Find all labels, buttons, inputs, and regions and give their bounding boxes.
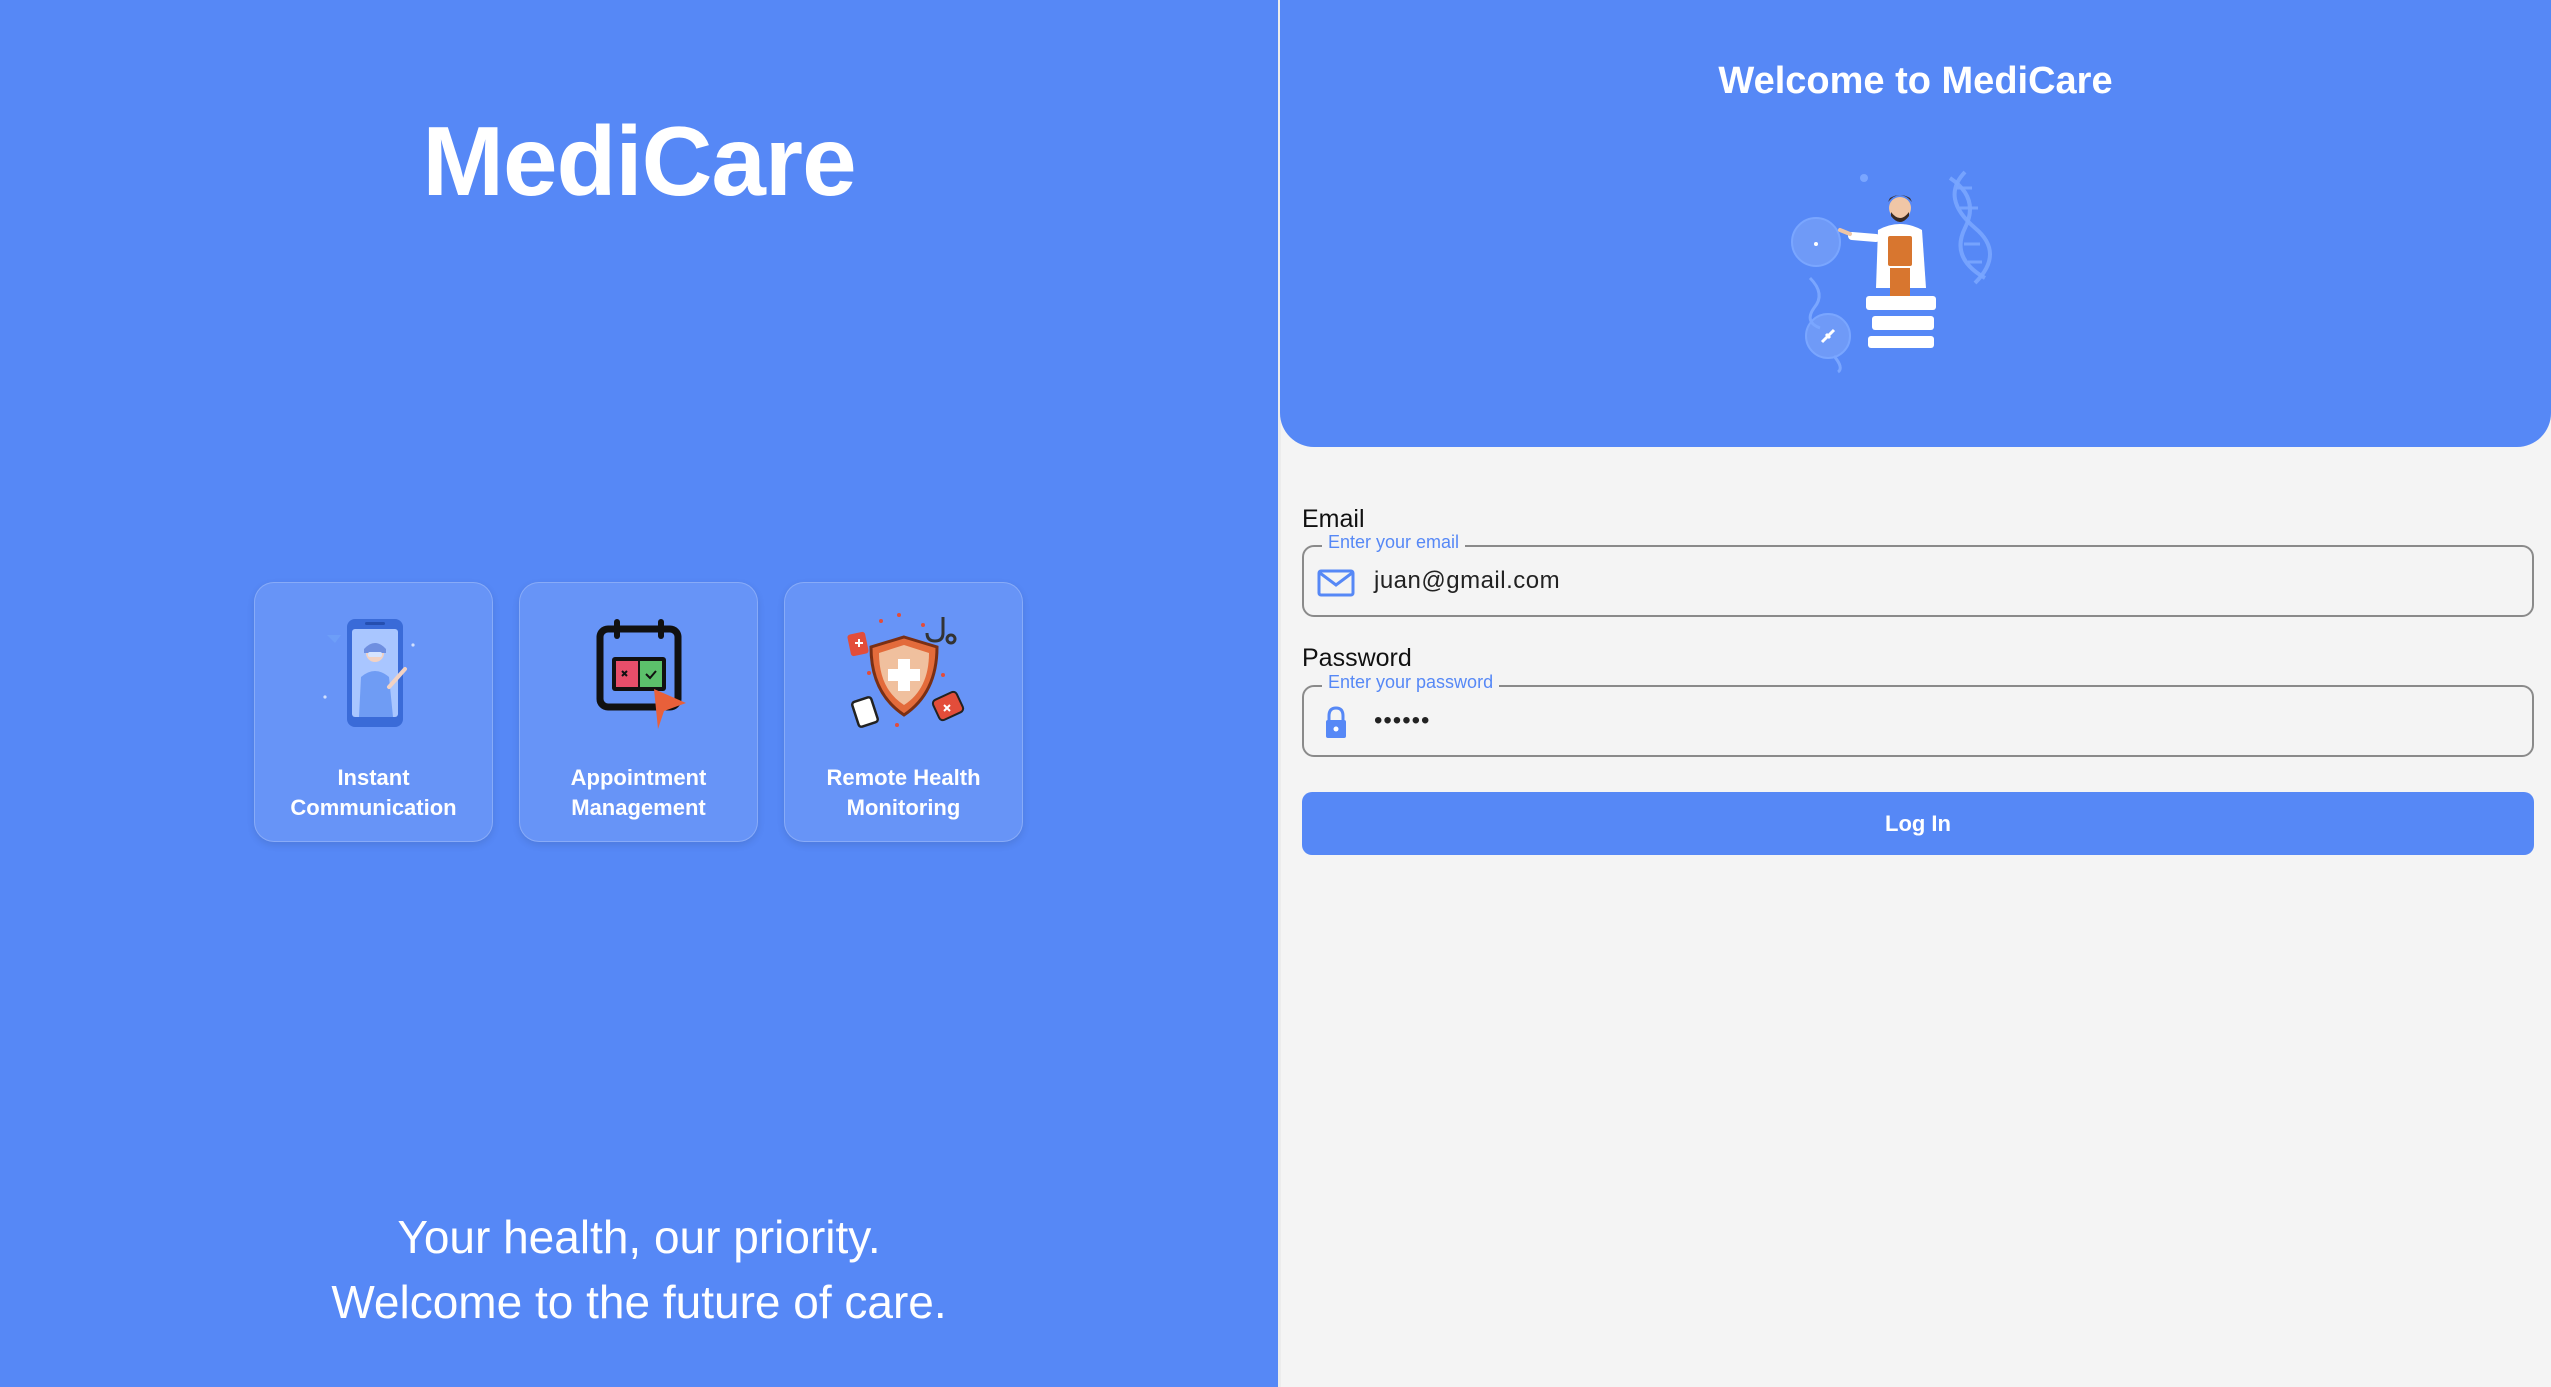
login-button[interactable]: Log In: [1302, 792, 2534, 855]
feature-card-appointment-management[interactable]: Appointment Management: [519, 582, 758, 842]
email-label: Email: [1302, 505, 1365, 533]
calendar-icon: [596, 619, 686, 729]
left-panel: MediCare Instant Communication Appointme…: [0, 0, 1278, 1387]
email-field[interactable]: Enter your email juan@gmail.com: [1302, 532, 2534, 617]
password-label: Password: [1302, 644, 1412, 672]
tagline: Your health, our priority. Welcome to th…: [0, 1205, 1278, 1335]
feature-label: Appointment Management: [570, 765, 707, 820]
phone-doctor-icon: [322, 619, 415, 727]
password-value[interactable]: ••••••: [1374, 707, 1430, 735]
feature-card-instant-communication[interactable]: Instant Communication: [254, 582, 493, 842]
password-placeholder: Enter your password: [1322, 672, 1500, 693]
tagline-line1: Your health, our priority.: [397, 1211, 881, 1263]
feature-label: Remote Health Monitoring: [826, 765, 981, 820]
doctor-illustration: [1791, 170, 1992, 374]
feature-cards: Instant Communication Appointment Manage…: [254, 582, 1023, 842]
feature-card-remote-health-monitoring[interactable]: Remote Health Monitoring: [784, 582, 1023, 842]
email-placeholder: Enter your email: [1322, 532, 1466, 553]
login-header: Welcome to MediCare: [1280, 0, 2551, 447]
email-value[interactable]: juan@gmail.com: [1374, 567, 1560, 595]
mail-icon: [1317, 569, 1355, 597]
tagline-line2: Welcome to the future of care.: [331, 1276, 947, 1328]
health-shield-icon: [846, 613, 964, 728]
password-field[interactable]: Enter your password ••••••: [1302, 672, 2534, 757]
feature-label: Instant Communication: [290, 765, 457, 820]
welcome-title: Welcome to MediCare: [1718, 60, 2113, 102]
brand-title: MediCare: [422, 106, 856, 216]
lock-icon: [1326, 706, 1346, 738]
